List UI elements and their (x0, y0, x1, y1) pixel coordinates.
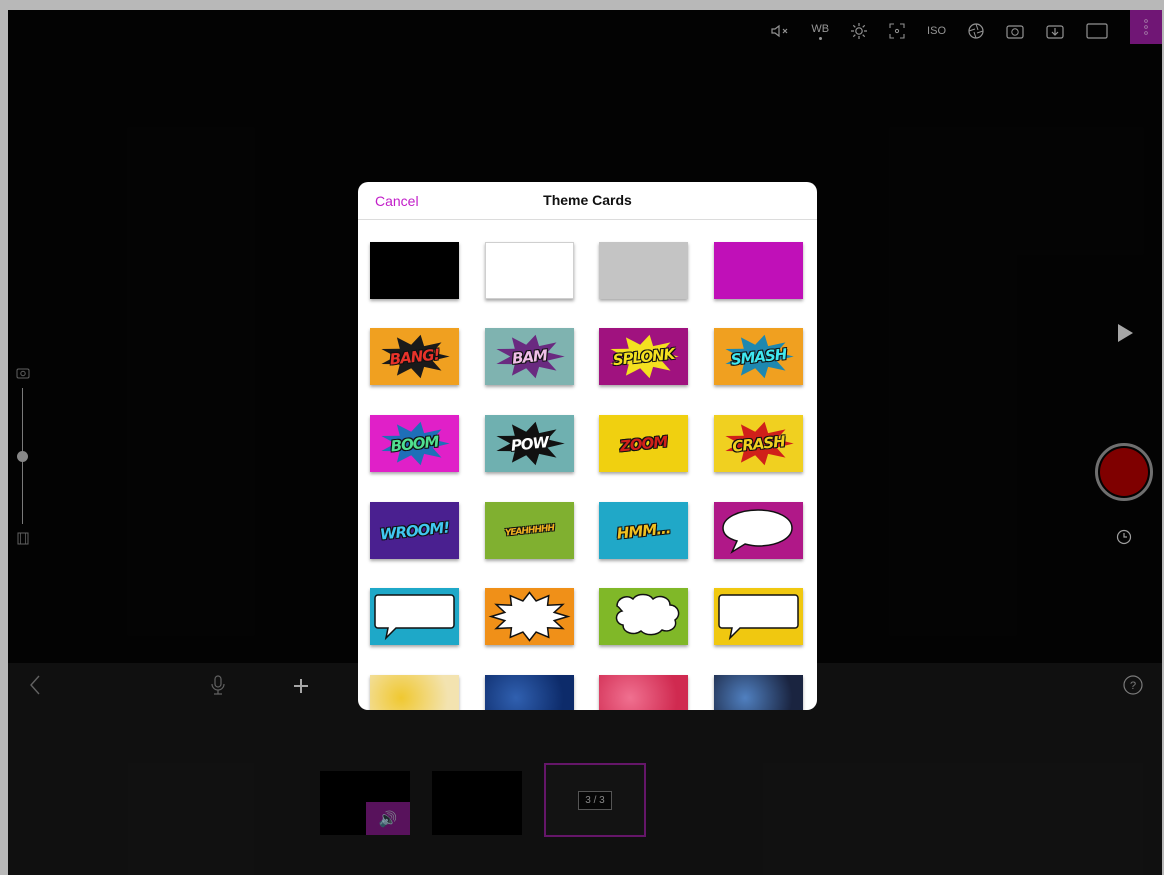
speech-bubble-shape (615, 593, 680, 636)
theme-card[interactable]: HMM... (599, 502, 688, 559)
theme-card[interactable]: ZOOM (599, 415, 688, 472)
theme-card[interactable]: POW (485, 415, 574, 472)
theme-card[interactable]: CRASH (714, 415, 803, 472)
theme-card[interactable] (370, 588, 459, 645)
speech-bubble-shape (722, 509, 793, 554)
theme-card[interactable] (599, 588, 688, 645)
speech-bubble-shape (718, 594, 799, 641)
speech-bubble-shape (488, 591, 571, 642)
theme-card[interactable]: FLIGHT 714 (485, 675, 574, 710)
theme-card[interactable] (599, 242, 688, 299)
theme-card[interactable] (485, 242, 574, 299)
theme-cards-dialog: Cancel Theme Cards BANG! BAM SPLONK SMASH BO… (358, 182, 817, 710)
theme-card[interactable]: WROOM! (370, 502, 459, 559)
theme-card[interactable] (714, 502, 803, 559)
theme-card[interactable] (370, 242, 459, 299)
theme-card[interactable]: SPLONK (599, 328, 688, 385)
theme-card[interactable]: BAM (485, 328, 574, 385)
speech-bubble-shape (374, 594, 455, 641)
theme-card[interactable] (714, 588, 803, 645)
theme-card[interactable] (714, 242, 803, 299)
theme-card[interactable]: BOOM (370, 415, 459, 472)
theme-card[interactable]: SMASH (714, 328, 803, 385)
dialog-title: Theme Cards (543, 192, 632, 208)
theme-card[interactable]: BANG! (370, 328, 459, 385)
theme-card[interactable]: THE LIFE OF GAIA (599, 675, 688, 710)
dialog-header: Cancel Theme Cards (358, 182, 817, 220)
theme-card[interactable] (714, 675, 803, 710)
theme-card[interactable] (370, 675, 459, 710)
theme-card[interactable]: YEAHHHHH (485, 502, 574, 559)
theme-card[interactable] (485, 588, 574, 645)
